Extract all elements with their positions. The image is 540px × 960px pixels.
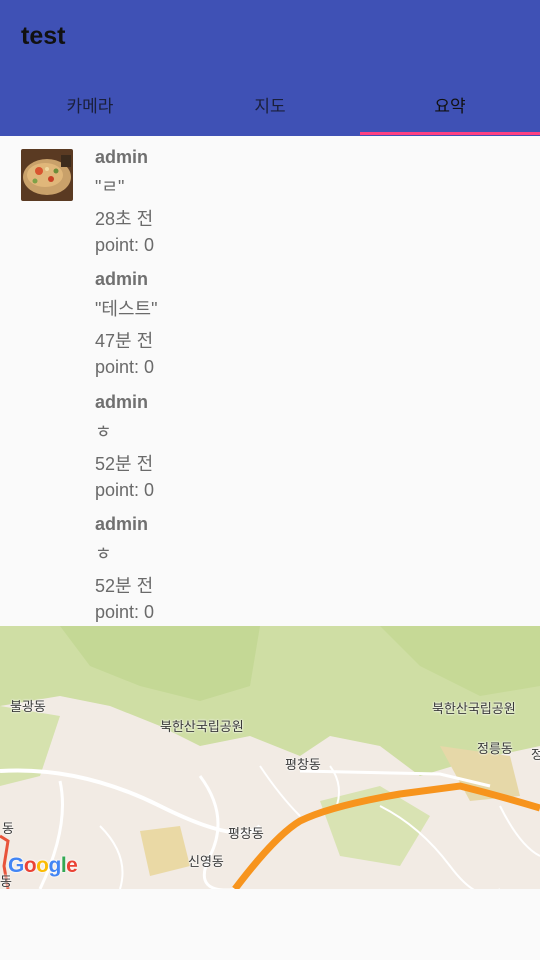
post-time: 47분 전 bbox=[95, 331, 154, 351]
map-label: 평창동 bbox=[228, 826, 264, 841]
tab-bar: 카메라 지도 요약 bbox=[0, 72, 540, 136]
tab-summary[interactable]: 요약 bbox=[360, 72, 540, 136]
map-view[interactable]: 불광동 북한산국립공원 북한산국립공원 정릉동 평창동 평창동 신영동 동 정 … bbox=[0, 626, 540, 889]
map-label: 동 bbox=[2, 821, 14, 836]
post-item[interactable]: admin ㅎ 52분 전 point: 0 bbox=[95, 511, 154, 625]
map-label: 정릉동 bbox=[477, 741, 513, 756]
post-points: point: 0 bbox=[95, 602, 155, 622]
map-label: 신영동 bbox=[188, 854, 224, 869]
post-user: admin bbox=[95, 269, 149, 289]
map-label: 정 bbox=[531, 747, 540, 762]
app-title: test bbox=[21, 22, 66, 50]
map-tiles bbox=[0, 626, 540, 889]
post-message: "ㄹ" bbox=[95, 177, 125, 197]
map-label: 평창동 bbox=[285, 757, 321, 772]
post-list[interactable]: admin "ㄹ" 28초 전 point: 0 admin "테스트" 47분… bbox=[0, 136, 540, 626]
google-logo: Google bbox=[8, 854, 78, 877]
post-points: point: 0 bbox=[95, 480, 155, 500]
post-item[interactable]: admin "ㄹ" 28초 전 point: 0 bbox=[95, 144, 154, 258]
post-message: ㅎ bbox=[95, 544, 112, 564]
post-time: 52분 전 bbox=[95, 576, 154, 596]
post-user: admin bbox=[95, 514, 149, 534]
tab-camera[interactable]: 카메라 bbox=[0, 72, 180, 136]
post-user: admin bbox=[95, 392, 149, 412]
post-thumbnail[interactable] bbox=[21, 149, 73, 201]
tab-indicator bbox=[360, 132, 540, 135]
post-time: 28초 전 bbox=[95, 209, 154, 229]
map-label: 북한산국립공원 bbox=[160, 719, 244, 734]
tab-map[interactable]: 지도 bbox=[180, 72, 360, 136]
post-message: ㅎ bbox=[95, 422, 112, 442]
map-label: 불광동 bbox=[10, 699, 46, 714]
post-points: point: 0 bbox=[95, 235, 155, 255]
post-message: "테스트" bbox=[95, 299, 158, 319]
map-label: 북한산국립공원 bbox=[432, 701, 516, 716]
post-points: point: 0 bbox=[95, 357, 155, 377]
post-user: admin bbox=[95, 147, 149, 167]
app-bar: test 카메라 지도 요약 bbox=[0, 0, 540, 136]
post-time: 52분 전 bbox=[95, 454, 154, 474]
post-item[interactable]: admin ㅎ 52분 전 point: 0 bbox=[95, 389, 154, 503]
post-item[interactable]: admin "테스트" 47분 전 point: 0 bbox=[95, 266, 157, 380]
